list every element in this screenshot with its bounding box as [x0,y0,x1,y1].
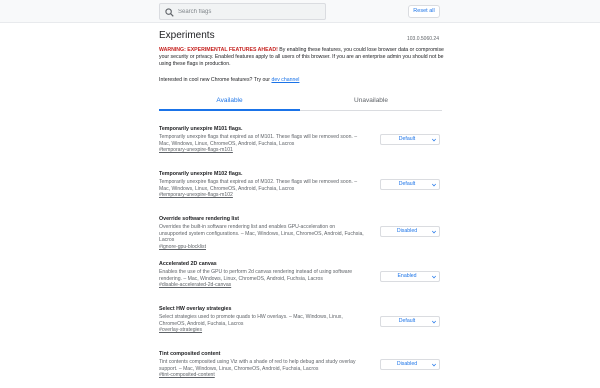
flag-description: Select strategies used to promote quads … [159,314,343,327]
flag-select-value: Default [398,181,416,187]
warning-text: WARNING: EXPERIMENTAL FEATURES AHEAD! By… [159,47,444,68]
flag-list: Temporarily unexpire M101 flags. Tempora… [159,126,442,388]
chevron-down-icon [432,183,436,187]
search-icon [165,8,174,17]
tab-available[interactable]: Available [159,91,300,111]
flag-anchor-link[interactable]: #ignore-gpu-blocklist [159,244,442,251]
search-box[interactable] [159,3,326,20]
flag-description: Enables the use of the GPU to perform 2d… [159,269,353,282]
flag-select-value: Disabled [396,361,418,367]
flag-anchor-link[interactable]: #temporary-unexpire-flags-m102 [159,192,442,199]
flag-description: Tint contents composited using Viz with … [159,359,356,372]
flag-item: Tint composited content Tint contents co… [159,351,442,388]
version-label: 103.0.5060.24 [407,36,439,42]
flag-title: Accelerated 2D canvas [159,261,217,267]
page-title: Experiments [159,30,215,41]
chevron-down-icon [432,363,436,367]
reset-all-button[interactable]: Reset all [408,5,440,18]
flag-select-value: Enabled [397,273,417,279]
flag-title: Temporarily unexpire M102 flags. [159,171,243,177]
chevron-down-icon [432,320,436,324]
dev-channel-link[interactable]: dev channel [271,77,299,83]
chevron-down-icon [432,275,436,279]
flag-description: Overrides the built-in software renderin… [159,224,364,244]
flag-item: Select HW overlay strategies Select stra… [159,306,442,351]
warning-heading: WARNING: EXPERIMENTAL FEATURES AHEAD! [159,47,278,53]
top-bar: Reset all [0,0,600,23]
flag-select-value: Default [398,318,416,324]
flag-select[interactable]: Disabled [380,359,440,370]
flag-description: Temporarily unexpire flags that expired … [159,179,358,192]
flag-select-value: Disabled [396,228,418,234]
interest-label: Interested in cool new Chrome features? … [159,77,272,83]
search-input[interactable] [176,4,324,19]
flag-title: Tint composited content [159,351,221,357]
flag-title: Select HW overlay strategies [159,306,232,312]
flag-title: Override software rendering list [159,216,240,222]
chevron-down-icon [432,138,436,142]
flag-item: Override software rendering list Overrid… [159,216,442,261]
flag-select-value: Default [398,136,416,142]
flag-item: Temporarily unexpire M101 flags. Tempora… [159,126,442,171]
flag-select[interactable]: Default [380,316,440,327]
tab-unavailable[interactable]: Unavailable [300,91,442,111]
flag-anchor-link[interactable]: #tint-composited-content [159,372,442,379]
interest-text: Interested in cool new Chrome features? … [159,77,299,83]
flag-title: Temporarily unexpire M101 flags. [159,126,243,132]
chevron-down-icon [432,230,436,234]
flag-item: Temporarily unexpire M102 flags. Tempora… [159,171,442,216]
flag-select[interactable]: Enabled [380,271,440,282]
flag-item: Accelerated 2D canvas Enables the use of… [159,261,442,306]
flag-select[interactable]: Default [380,134,440,145]
flag-anchor-link[interactable]: #temporary-unexpire-flags-m101 [159,147,442,154]
flag-select[interactable]: Disabled [380,226,440,237]
flag-anchor-link[interactable]: #overlay-strategies [159,327,442,334]
tab-bar: Available Unavailable [159,91,442,111]
flag-select[interactable]: Default [380,179,440,190]
flag-description: Temporarily unexpire flags that expired … [159,134,358,147]
flag-anchor-link[interactable]: #disable-accelerated-2d-canvas [159,282,442,289]
